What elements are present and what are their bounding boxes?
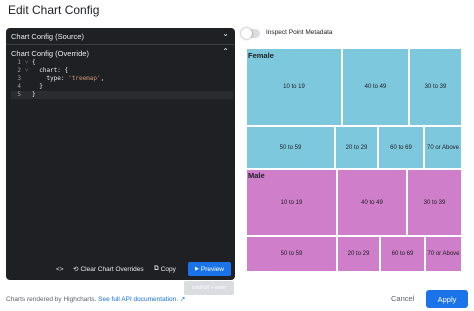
code-line: 2 ˅ chart: { — [17, 67, 69, 74]
config-editor-panel: Chart Config (Source) ⌄ Chart Config (Ov… — [6, 28, 235, 280]
external-link-icon: ↗ — [179, 296, 186, 303]
code-line: 5} — [11, 91, 233, 99]
accordion-source-label: Chart Config (Source) — [11, 31, 84, 41]
treemap-cell[interactable]: 20 to 29 — [335, 126, 378, 169]
treemap-chart: 10 to 19 40 to 49 30 to 39 50 to 59 20 t… — [246, 48, 462, 272]
treemap-cell[interactable]: 60 to 69 — [380, 236, 425, 272]
code-line: 4 } — [17, 83, 43, 90]
preview-button[interactable]: ▶ Preview — [188, 262, 231, 276]
code-icon: <> — [56, 265, 64, 273]
code-line: 1 ˅{ — [17, 59, 36, 66]
footer-note: Charts rendered by Highcharts. See full … — [6, 296, 186, 303]
treemap-cell[interactable]: 40 to 49 — [342, 48, 409, 126]
accordion-source[interactable]: Chart Config (Source) ⌄ — [6, 28, 235, 44]
inspect-metadata-label: Inspect Point Metadata — [266, 29, 333, 36]
treemap-cell[interactable]: 30 to 39 — [407, 169, 462, 236]
treemap-cell[interactable]: 50 to 59 — [246, 126, 335, 169]
preview-tooltip: cmd/ctrl + enter — [184, 281, 234, 295]
apply-button[interactable]: Apply — [426, 290, 468, 308]
edit-chart-config-dialog: Edit Chart Config Chart Config (Source) … — [0, 0, 474, 311]
toggle-knob — [241, 28, 252, 39]
format-button[interactable]: <> — [56, 262, 64, 276]
play-icon: ▶ — [195, 266, 199, 272]
treemap-cell[interactable]: 30 to 39 — [409, 48, 462, 126]
treemap-cell[interactable]: 40 to 49 — [337, 169, 407, 236]
history-icon: ⟲ — [73, 266, 79, 273]
treemap-group-label: Female — [248, 51, 274, 60]
code-editor[interactable]: 1 ˅{ 2 ˅ chart: { 3 type: 'treemap', 4 } 5… — [11, 59, 233, 101]
treemap-cell[interactable]: 70 or Above — [424, 126, 462, 169]
treemap-cell[interactable]: 20 to 29 — [337, 236, 380, 272]
accordion-override-label: Chart Config (Override) — [11, 48, 89, 58]
chevron-up-icon: ⌃ — [222, 47, 229, 56]
treemap-cell[interactable]: 70 or Above — [425, 236, 462, 272]
clear-overrides-button[interactable]: ⟲ Clear Chart Overrides — [73, 262, 144, 276]
treemap-group-label: Male — [248, 171, 265, 180]
inspect-metadata-toggle[interactable] — [241, 28, 260, 39]
cancel-button[interactable]: Cancel — [391, 294, 414, 303]
dialog-title: Edit Chart Config — [8, 3, 100, 17]
copy-button[interactable]: ⧉ Copy — [154, 262, 176, 276]
copy-icon: ⧉ — [154, 265, 159, 272]
treemap-cell[interactable]: 50 to 59 — [246, 236, 337, 272]
chevron-down-icon: ⌄ — [222, 29, 229, 38]
code-line: 3 type: 'treemap', — [17, 75, 105, 82]
api-docs-link[interactable]: See full API documentation. — [98, 296, 178, 303]
treemap-cell[interactable]: 60 to 69 — [378, 126, 424, 169]
